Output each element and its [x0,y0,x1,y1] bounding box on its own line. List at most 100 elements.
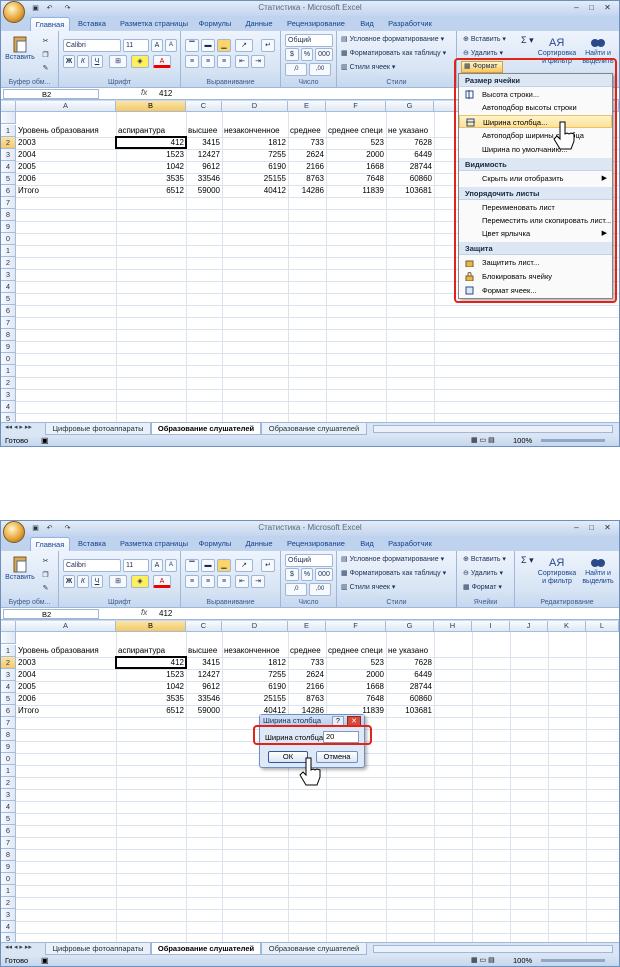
align-left-button[interactable]: ≡ [185,575,199,588]
row-header[interactable]: 2 [1,137,16,149]
increase-decimal-button[interactable]: ,0 [285,63,307,76]
wrap-text-button[interactable]: ↵ [261,559,275,572]
zoom-slider[interactable] [541,439,605,442]
row-header[interactable]: 1 [1,765,16,777]
row-header[interactable]: 7 [1,717,16,729]
row-header[interactable]: 8 [1,329,16,341]
conditional-formatting-button[interactable]: ▤ Условное форматирование ▾ [341,35,444,43]
table-cell[interactable]: 1042 [116,161,186,173]
select-all-corner[interactable] [1,101,16,112]
tab-formulas[interactable]: Формулы [195,17,235,31]
tab-page-layout[interactable]: Разметка страницы [117,537,191,551]
row-header[interactable]: 3 [1,789,16,801]
table-cell[interactable]: 2006 [16,173,116,185]
font-color-button[interactable]: A [153,575,171,588]
row-header[interactable]: 3 [1,669,16,681]
table-cell[interactable]: 1812 [222,657,288,669]
tab-view[interactable]: Вид [355,537,379,551]
table-cell[interactable]: 59000 [186,705,222,717]
table-cell[interactable]: 1523 [116,149,186,161]
close-icon[interactable]: ✕ [602,522,613,533]
table-header-cell[interactable]: среднее специ [326,645,386,657]
maximize-icon[interactable]: □ [586,2,597,13]
table-cell[interactable]: 14286 [288,185,326,197]
column-header[interactable]: C [186,101,222,112]
row-header[interactable]: 1 [1,365,16,377]
table-cell[interactable]: 733 [288,137,326,149]
maximize-icon[interactable]: □ [586,522,597,533]
row-header[interactable]: 4 [1,161,16,173]
table-cell[interactable]: 25155 [222,173,288,185]
tab-data[interactable]: Данные [241,537,277,551]
column-header[interactable]: I [472,621,510,632]
row-header[interactable]: 4 [1,801,16,813]
tab-home[interactable]: Главная [30,17,70,31]
table-header-cell[interactable]: среднее [288,645,326,657]
row-header[interactable]: 5 [1,813,16,825]
row-header[interactable]: 3 [1,269,16,281]
align-middle-button[interactable]: ▬ [201,559,215,572]
table-cell[interactable]: 40412 [222,185,288,197]
minimize-icon[interactable]: – [571,522,582,533]
align-top-button[interactable]: ▔ [185,39,199,52]
row-header[interactable]: 7 [1,197,16,209]
table-cell[interactable]: 3415 [186,137,222,149]
format-painter-icon[interactable]: ✎ [41,64,50,73]
row-header[interactable]: 3 [1,149,16,161]
tab-review[interactable]: Рецензирование [284,17,348,31]
currency-button[interactable]: $ [285,48,299,61]
zoom-slider[interactable] [541,959,605,962]
format-as-table-button[interactable]: ▦ Форматировать как таблицу ▾ [341,49,446,57]
table-cell[interactable]: 3415 [186,657,222,669]
font-shrink-button[interactable]: A [165,39,177,52]
table-cell[interactable]: 2000 [326,669,386,681]
decrease-decimal-button[interactable]: ,00 [309,583,331,596]
table-cell[interactable]: 11839 [326,185,386,197]
tab-page-layout[interactable]: Разметка страницы [117,17,191,31]
column-header[interactable]: B [116,101,186,112]
table-cell[interactable]: 6449 [386,669,434,681]
redo-icon[interactable]: ↷ [63,4,72,13]
name-box[interactable]: B2 [3,89,99,99]
format-as-table-button[interactable]: ▦ Форматировать как таблицу ▾ [341,569,446,577]
format-painter-icon[interactable]: ✎ [41,584,50,593]
tab-developer[interactable]: Разработчик [386,537,434,551]
table-header-cell[interactable]: не указано [386,125,434,137]
row-header[interactable]: 9 [1,341,16,353]
tab-formulas[interactable]: Формулы [195,537,235,551]
row-header[interactable]: 0 [1,353,16,365]
table-cell[interactable]: 60860 [386,173,434,185]
increase-decimal-button[interactable]: ,0 [285,583,307,596]
row-header[interactable]: 1 [1,125,16,137]
percent-button[interactable]: % [301,48,313,61]
table-cell[interactable]: 8763 [288,173,326,185]
indent-decrease-button[interactable]: ⇤ [235,575,249,588]
table-cell[interactable]: 9612 [186,681,222,693]
table-header-cell[interactable]: незаконченное [222,125,288,137]
table-header-cell[interactable]: незаконченное [222,645,288,657]
table-cell[interactable]: 2003 [16,657,116,669]
table-cell[interactable]: 6190 [222,161,288,173]
save-icon[interactable]: ▣ [31,524,40,533]
row-header[interactable]: 0 [1,233,16,245]
row-header[interactable]: 6 [1,705,16,717]
tab-insert[interactable]: Вставка [73,17,111,31]
redo-icon[interactable]: ↷ [63,524,72,533]
table-cell[interactable]: 2005 [16,681,116,693]
align-center-button[interactable]: ≡ [201,55,215,68]
row-header[interactable]: 9 [1,861,16,873]
column-header[interactable]: G [386,101,434,112]
copy-icon[interactable]: ❐ [41,51,50,60]
column-header[interactable]: F [326,101,386,112]
table-cell[interactable]: 25155 [222,693,288,705]
table-cell[interactable]: 1668 [326,161,386,173]
row-header[interactable]: 5 [1,413,16,422]
indent-increase-button[interactable]: ⇥ [251,575,265,588]
table-header-cell[interactable]: Уровень образования [16,645,116,657]
row-header[interactable]: 8 [1,729,16,741]
row-header[interactable]: 6 [1,305,16,317]
table-cell[interactable]: 6512 [116,705,186,717]
table-cell[interactable]: 7628 [386,657,434,669]
tab-view[interactable]: Вид [355,17,379,31]
sheet-tab-active[interactable]: Образование слушателей [151,423,261,435]
